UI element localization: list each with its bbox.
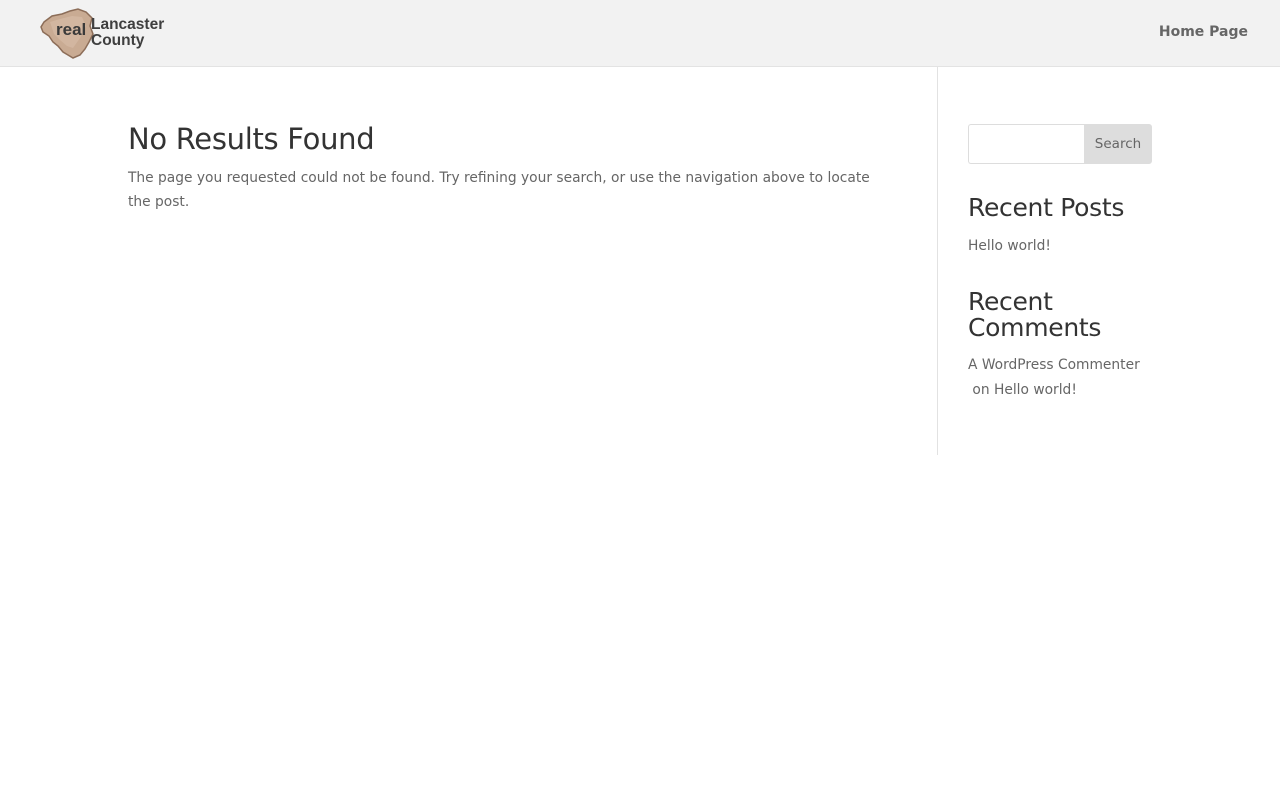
site-header: real Lancaster County Home Page — [0, 0, 1280, 67]
search-button[interactable]: Search — [1084, 124, 1152, 164]
logo-word-real: real — [56, 20, 87, 39]
site-logo[interactable]: real Lancaster County — [40, 8, 170, 60]
comment-author-link[interactable]: A WordPress Commenter — [968, 357, 1140, 373]
sidebar: Search Recent Posts Hello world! Recent … — [968, 124, 1152, 403]
main-content: No Results Found The page you requested … — [128, 120, 888, 214]
comment-post-link[interactable]: Hello world! — [994, 382, 1077, 398]
logo-word-county: County — [91, 32, 145, 49]
nav-home-page-link[interactable]: Home Page — [1159, 24, 1248, 40]
comment-connector-text: on — [968, 382, 994, 398]
list-item: Hello world! — [968, 234, 1152, 259]
recent-posts-list: Hello world! — [968, 234, 1152, 259]
list-item: A WordPress Commenter on Hello world! — [968, 353, 1152, 403]
recent-comments-title: Recent Comments — [968, 287, 1102, 342]
search-input[interactable] — [968, 124, 1084, 164]
sidebar-divider — [937, 67, 938, 455]
page-title: No Results Found — [128, 122, 375, 156]
logo-word-lancaster: Lancaster — [91, 16, 165, 33]
not-found-message: The page you requested could not be foun… — [128, 170, 870, 210]
recent-posts-title: Recent Posts — [968, 193, 1125, 222]
search-form: Search — [968, 124, 1152, 164]
recent-post-link[interactable]: Hello world! — [968, 238, 1051, 254]
recent-comments-list: A WordPress Commenter on Hello world! — [968, 353, 1152, 403]
